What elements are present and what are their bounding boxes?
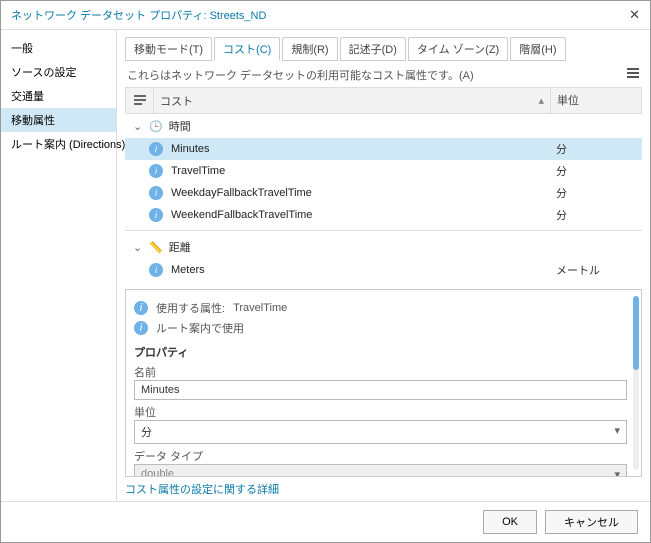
sidebar-item-source[interactable]: ソースの設定	[1, 60, 116, 84]
ok-button[interactable]: OK	[483, 510, 537, 534]
info-icon: i	[149, 208, 163, 222]
cancel-button[interactable]: キャンセル	[545, 510, 638, 534]
costs-subtitle: これらはネットワーク データセットの利用可能なコスト属性です。(A)	[127, 67, 474, 83]
header-unit: 単位	[551, 88, 641, 113]
tab-travel-modes[interactable]: 移動モード(T)	[125, 37, 212, 61]
info-icon: i	[134, 301, 148, 315]
sidebar-item-travel-attributes[interactable]: 移動属性	[1, 108, 116, 132]
sort-asc-icon[interactable]: ▴	[538, 94, 544, 107]
info-icon: i	[149, 142, 163, 156]
info-icon: i	[149, 186, 163, 200]
sidebar-item-traffic[interactable]: 交通量	[1, 84, 116, 108]
group-time[interactable]: ⌄ 🕒 時間	[125, 114, 642, 138]
cost-row-meters[interactable]: i Meters メートル	[125, 259, 642, 281]
datatype-select: double▾	[134, 464, 627, 477]
tab-hierarchy[interactable]: 階層(H)	[510, 37, 565, 61]
window-title: ネットワーク データセット プロパティ: Streets_ND	[11, 7, 266, 23]
usage-directions: ルート案内で使用	[156, 320, 244, 336]
close-icon[interactable]: ✕	[629, 7, 640, 23]
sidebar-item-directions[interactable]: ルート案内 (Directions)	[1, 132, 116, 156]
cost-row-minutes[interactable]: i Minutes 分	[125, 138, 642, 160]
group-distance[interactable]: ⌄ 📏 距離	[125, 235, 642, 259]
usage-attribute-value: TravelTime	[233, 302, 287, 314]
info-icon: i	[149, 164, 163, 178]
tab-timezones[interactable]: タイム ゾーン(Z)	[408, 37, 508, 61]
cost-grid-header: コスト ▴ 単位	[125, 87, 642, 114]
tab-costs[interactable]: コスト(C)	[214, 37, 280, 61]
tab-restrictions[interactable]: 規制(R)	[282, 37, 337, 61]
unit-select[interactable]: 分▾	[134, 420, 627, 444]
chevron-down-icon: ⌄	[133, 241, 143, 254]
info-icon: i	[149, 263, 163, 277]
sidebar: 一般 ソースの設定 交通量 移動属性 ルート案内 (Directions)	[1, 30, 117, 501]
menu-icon[interactable]	[626, 66, 640, 83]
scrollbar-thumb[interactable]	[633, 296, 639, 370]
properties-panel: i 使用する属性: TravelTime i ルート案内で使用 プロパティ 名前…	[125, 289, 642, 477]
cost-row-traveltime[interactable]: i TravelTime 分	[125, 160, 642, 182]
tab-descriptors[interactable]: 記述子(D)	[340, 37, 406, 61]
datatype-label: データ タイプ	[134, 448, 627, 464]
usage-attribute-label: 使用する属性:	[156, 300, 225, 316]
name-label: 名前	[134, 364, 627, 380]
clock-icon: 🕒	[149, 120, 163, 133]
header-cost[interactable]: コスト	[160, 93, 193, 109]
cost-row-weekday[interactable]: i WeekdayFallbackTravelTime 分	[125, 182, 642, 204]
ruler-icon: 📏	[149, 241, 163, 254]
info-icon: i	[134, 321, 148, 335]
cost-row-weekend[interactable]: i WeekendFallbackTravelTime 分	[125, 204, 642, 226]
unit-label: 単位	[134, 404, 627, 420]
tab-bar: 移動モード(T) コスト(C) 規制(R) 記述子(D) タイム ゾーン(Z) …	[125, 36, 642, 60]
sidebar-item-general[interactable]: 一般	[1, 36, 116, 60]
more-info-link[interactable]: コスト属性の設定に関する詳細	[125, 477, 642, 501]
chevron-down-icon: ▾	[614, 468, 620, 477]
chevron-down-icon: ⌄	[133, 120, 143, 133]
name-input[interactable]: Minutes	[134, 380, 627, 400]
header-icon-col	[126, 88, 154, 113]
properties-heading: プロパティ	[134, 347, 188, 359]
chevron-down-icon: ▾	[614, 424, 620, 440]
